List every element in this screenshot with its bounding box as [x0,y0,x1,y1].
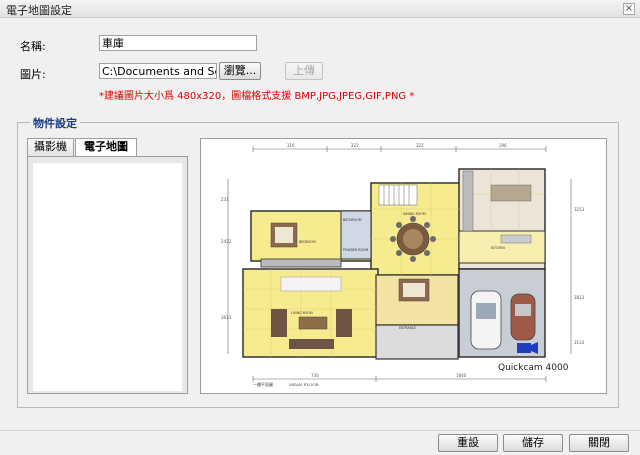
floor-plan-map[interactable]: 316 222 322 296 730 1840 231 2422 3613 3… [200,138,607,394]
top-dim-3: 322 [416,143,424,148]
room-bathroom: BATHROOM [343,218,362,222]
bottom-dim-2: 1840 [456,373,467,378]
bottom-dim-1: 730 [311,373,319,378]
floor-plan-svg: 316 222 322 296 730 1840 231 2422 3613 3… [221,143,585,387]
window-title: 電子地圖設定 [6,4,72,17]
camera-label: Quickcam 4000 [498,363,569,373]
reset-button[interactable]: 重設 [438,434,498,452]
room-entrance: ENTRANCE [399,326,416,330]
image-size-hint: *建議圖片大小爲 480x320，圖檔格式支援 BMP,JPG,JPEG,GIF… [99,91,415,102]
footer-separator [0,430,640,431]
room-kitchen: KITCHEN [491,246,505,250]
top-dim-4: 296 [499,143,507,148]
name-input[interactable] [99,35,257,51]
image-label: 圖片: [20,68,46,81]
browse-button[interactable]: 瀏覽... [219,62,261,80]
close-icon[interactable]: × [623,3,635,15]
stairs [378,184,418,206]
title-bar: 電子地圖設定 × [0,0,640,18]
dining-table [390,216,436,262]
tab-emap[interactable]: 電子地圖 [75,138,137,157]
name-label: 名稱: [20,40,46,53]
left-dim-1: 231 [221,197,229,202]
right-dim-1: 3253 [574,207,585,212]
upload-button[interactable]: 上傳 [285,62,323,80]
right-dim-3: 3133 [574,340,585,345]
floor-caption-cn: 一樓平面圖 [253,381,273,387]
close-button[interactable]: 關閉 [569,434,629,452]
floor-caption-en: MEAN FLOOR [289,382,320,387]
object-settings-legend: 物件設定 [30,115,80,131]
room-living: LIVING ROOM [291,311,313,315]
top-dim-1: 316 [287,143,295,148]
right-dim-2: 2813 [574,295,585,300]
camera-list[interactable] [33,163,182,391]
top-dim-2: 222 [351,143,359,148]
room-dining: DINING ROOM [403,212,426,216]
save-button[interactable]: 儲存 [503,434,563,452]
left-dim-2: 2422 [221,239,232,244]
room-bedroom: BEDROOM [299,240,316,244]
tab-camera[interactable]: 攝影機 [27,138,74,156]
image-path-input[interactable]: C:\Documents and Settin [99,63,217,79]
camera-icon[interactable] [517,342,538,354]
room-powder: POWDER ROOM [343,248,369,252]
left-dim-3: 3613 [221,315,232,320]
